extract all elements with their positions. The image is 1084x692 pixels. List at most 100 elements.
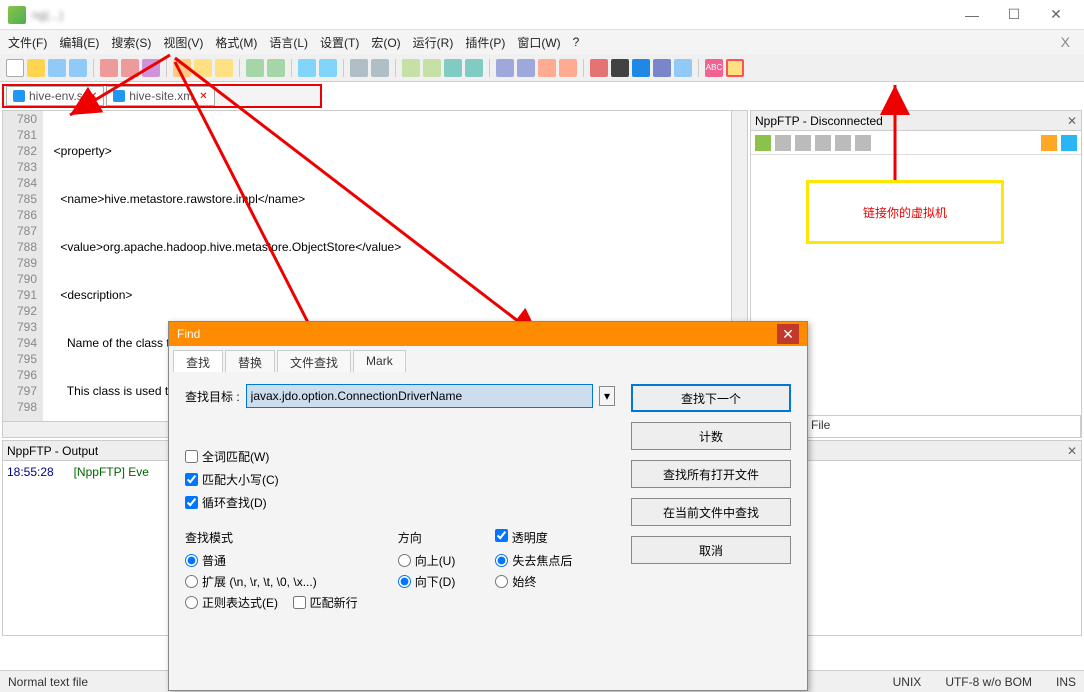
panel-close-icon[interactable]: ✕ <box>1067 444 1077 458</box>
close-file-icon[interactable] <box>100 59 118 77</box>
redo-icon[interactable] <box>267 59 285 77</box>
menu-run[interactable]: 运行(R) <box>413 34 454 51</box>
dialog-close-button[interactable]: ✕ <box>777 324 799 344</box>
lang-icon[interactable] <box>517 59 535 77</box>
copy-icon[interactable] <box>194 59 212 77</box>
disconnect-icon[interactable] <box>775 135 791 151</box>
find-next-button[interactable]: 查找下一个 <box>631 384 791 412</box>
sync-v-icon[interactable] <box>402 59 420 77</box>
menu-macro[interactable]: 宏(O) <box>371 34 400 51</box>
find-target-label: 查找目标 : <box>185 388 240 405</box>
find-dialog: Find ✕ 查找 替换 文件查找 Mark 查找目标 : ▾ 全词匹配(W) … <box>168 321 808 691</box>
save-all-icon[interactable] <box>69 59 87 77</box>
show-all-chars-icon[interactable] <box>465 59 483 77</box>
open-icon[interactable] <box>27 59 45 77</box>
sync-h-icon[interactable] <box>423 59 441 77</box>
connect-icon[interactable] <box>755 135 771 151</box>
menubar-close-icon[interactable]: X <box>1055 34 1076 50</box>
mode-regex-radio[interactable] <box>185 596 198 609</box>
transparency-group: 透明度 失去焦点后 始终 <box>495 529 572 615</box>
record-macro-icon[interactable] <box>590 59 608 77</box>
panel-close-icon[interactable]: ✕ <box>1067 114 1077 128</box>
wrap-icon[interactable] <box>444 59 462 77</box>
download-icon[interactable] <box>795 135 811 151</box>
indent-guide-icon[interactable] <box>496 59 514 77</box>
editor-tabbar: hive-env.s ✕ hive-site.xm ✕ <box>2 84 322 108</box>
tab-hive-site[interactable]: hive-site.xm ✕ <box>106 86 214 106</box>
separator-icon <box>291 59 292 77</box>
save-macro-icon[interactable] <box>674 59 692 77</box>
minimize-button[interactable]: — <box>952 2 992 28</box>
wrap-around-checkbox[interactable] <box>185 496 198 509</box>
menu-file[interactable]: 文件(F) <box>8 34 47 51</box>
spellcheck-icon[interactable]: ABC <box>705 59 723 77</box>
menu-language[interactable]: 语言(L) <box>269 34 308 51</box>
mode-normal-radio[interactable] <box>185 554 198 567</box>
replace-icon[interactable] <box>319 59 337 77</box>
menu-settings[interactable]: 设置(T) <box>320 34 359 51</box>
paste-icon[interactable] <box>215 59 233 77</box>
print-icon[interactable] <box>142 59 160 77</box>
nppftp-icon[interactable] <box>726 59 744 77</box>
messages-icon[interactable] <box>1061 135 1077 151</box>
play-multi-icon[interactable] <box>653 59 671 77</box>
zoom-in-icon[interactable] <box>350 59 368 77</box>
stop-macro-icon[interactable] <box>611 59 629 77</box>
new-icon[interactable] <box>6 59 24 77</box>
func-list-icon[interactable] <box>559 59 577 77</box>
play-macro-icon[interactable] <box>632 59 650 77</box>
whole-word-checkbox[interactable] <box>185 450 198 463</box>
menu-search[interactable]: 搜索(S) <box>111 34 151 51</box>
menu-window[interactable]: 窗口(W) <box>517 34 560 51</box>
count-button[interactable]: 计数 <box>631 422 791 450</box>
transparency-checkbox[interactable] <box>495 529 508 542</box>
tab-close-icon[interactable]: ✕ <box>199 91 207 102</box>
settings-icon[interactable] <box>1041 135 1057 151</box>
tab-mark[interactable]: Mark <box>353 350 406 372</box>
tab-label: hive-site.xm <box>129 89 193 103</box>
tab-close-icon[interactable]: ✕ <box>89 91 97 102</box>
menu-format[interactable]: 格式(M) <box>215 34 257 51</box>
output-source: [NppFTP] Eve <box>74 465 149 479</box>
file-icon <box>113 90 125 102</box>
find-tabs: 查找 替换 文件查找 Mark <box>169 346 807 372</box>
trans-always-radio[interactable] <box>495 575 508 588</box>
zoom-out-icon[interactable] <box>371 59 389 77</box>
find-all-open-button[interactable]: 查找所有打开文件 <box>631 460 791 488</box>
refresh-icon[interactable] <box>835 135 851 151</box>
close-button[interactable]: ✕ <box>1036 2 1076 28</box>
save-icon[interactable] <box>48 59 66 77</box>
tab-replace[interactable]: 替换 <box>225 350 275 372</box>
col-file[interactable]: File <box>805 416 1081 437</box>
maximize-button[interactable]: ☐ <box>994 2 1034 28</box>
undo-icon[interactable] <box>246 59 264 77</box>
toolbar: ABC <box>0 54 1084 82</box>
tab-find-in-files[interactable]: 文件查找 <box>277 350 351 372</box>
match-case-checkbox[interactable] <box>185 473 198 486</box>
cut-icon[interactable] <box>173 59 191 77</box>
tab-hive-env[interactable]: hive-env.s ✕ <box>6 86 104 106</box>
upload-icon[interactable] <box>815 135 831 151</box>
separator-icon <box>239 59 240 77</box>
doc-map-icon[interactable] <box>538 59 556 77</box>
menu-help[interactable]: ? <box>573 35 580 49</box>
menu-edit[interactable]: 编辑(E) <box>59 34 99 51</box>
search-mode-group: 查找模式 普通 扩展 (\n, \r, \t, \0, \x...) 正则表达式… <box>185 529 358 615</box>
cancel-button[interactable]: 取消 <box>631 536 791 564</box>
mode-extended-radio[interactable] <box>185 575 198 588</box>
trans-onblur-radio[interactable] <box>495 554 508 567</box>
window-title: ng(...) <box>32 8 952 22</box>
direction-down-radio[interactable] <box>398 575 411 588</box>
dropdown-icon[interactable]: ▾ <box>599 386 615 406</box>
find-icon[interactable] <box>298 59 316 77</box>
abort-icon[interactable] <box>855 135 871 151</box>
menu-view[interactable]: 视图(V) <box>163 34 203 51</box>
menu-plugins[interactable]: 插件(P) <box>465 34 505 51</box>
find-titlebar[interactable]: Find ✕ <box>169 322 807 346</box>
close-all-icon[interactable] <box>121 59 139 77</box>
find-in-current-button[interactable]: 在当前文件中查找 <box>631 498 791 526</box>
find-target-input[interactable] <box>246 384 593 408</box>
direction-up-radio[interactable] <box>398 554 411 567</box>
match-newline-checkbox[interactable] <box>293 596 306 609</box>
tab-find[interactable]: 查找 <box>173 350 223 372</box>
